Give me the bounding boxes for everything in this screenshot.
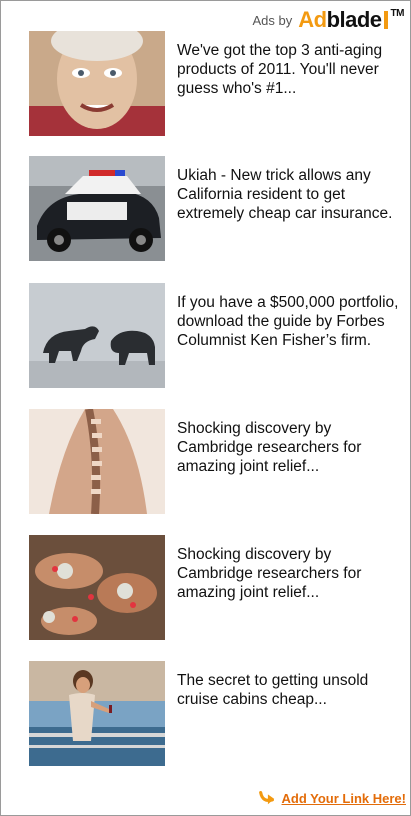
curved-arrow-icon: [258, 791, 274, 805]
ad-item[interactable]: If you have a $500,000 portfolio, downlo…: [29, 283, 405, 388]
ad-text[interactable]: We've got the top 3 anti-aging products …: [177, 41, 403, 98]
ad-item[interactable]: Shocking discovery by Cambridge research…: [29, 535, 405, 640]
ad-text[interactable]: Shocking discovery by Cambridge research…: [177, 545, 403, 602]
ad-image-cruise[interactable]: [29, 661, 165, 766]
ad-image-elderly-woman[interactable]: [29, 31, 165, 136]
ad-image-bull-bear[interactable]: [29, 283, 165, 388]
ad-image-police-car[interactable]: [29, 156, 165, 261]
ad-item[interactable]: We've got the top 3 anti-aging products …: [29, 31, 405, 136]
ad-item[interactable]: The secret to getting unsold cruise cabi…: [29, 661, 405, 766]
ad-text[interactable]: Shocking discovery by Cambridge research…: [177, 419, 403, 476]
ad-item[interactable]: Shocking discovery by Cambridge research…: [29, 409, 405, 514]
add-link-footer: Add Your Link Here!: [258, 789, 406, 807]
ad-header: Ads by Ad blade TM: [253, 7, 405, 33]
ad-text[interactable]: If you have a $500,000 portfolio, downlo…: [177, 293, 403, 350]
add-your-link-button[interactable]: Add Your Link Here!: [282, 791, 406, 806]
ad-image-spine-back[interactable]: [29, 409, 165, 514]
ad-item[interactable]: Ukiah - New trick allows any California …: [29, 156, 405, 261]
ads-by-label: Ads by: [252, 12, 293, 28]
ad-widget: Ads by Ad blade TM We've got the top 3 ant…: [0, 0, 411, 816]
ad-image-joints[interactable]: [29, 535, 165, 640]
adblade-logo[interactable]: Ad blade TM: [298, 7, 404, 33]
ad-text[interactable]: The secret to getting unsold cruise cabi…: [177, 671, 403, 709]
ad-text[interactable]: Ukiah - New trick allows any California …: [177, 166, 403, 223]
